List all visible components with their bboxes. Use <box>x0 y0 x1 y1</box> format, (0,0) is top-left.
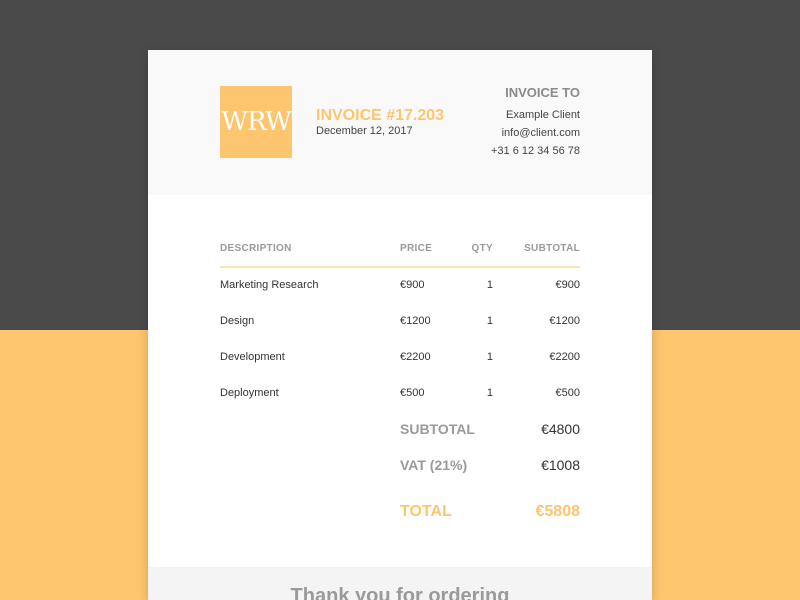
invoice-date: December 12, 2017 <box>316 125 413 137</box>
vat-value: €1008 <box>541 457 580 473</box>
row-description: Design <box>220 315 255 327</box>
header-subtotal: SUBTOTAL <box>524 243 580 254</box>
row-price: €500 <box>400 387 425 399</box>
invoice-footer: Thank you for ordering <box>148 567 652 600</box>
row-subtotal: €1200 <box>549 315 580 327</box>
invoice-number: INVOICE #17.203 <box>316 107 445 124</box>
row-subtotal: €900 <box>555 279 580 291</box>
table-row: Deployment €500 1 €500 <box>220 387 580 407</box>
table-row: Design €1200 1 €1200 <box>220 315 580 335</box>
company-logo: WRW <box>220 86 292 158</box>
row-qty: 1 <box>486 387 493 399</box>
header-qty: QTY <box>471 243 493 254</box>
subtotal-label: SUBTOTAL <box>400 421 475 437</box>
subtotal-value: €4800 <box>541 421 580 437</box>
header-price: PRICE <box>400 243 433 254</box>
total-label: TOTAL <box>400 503 452 520</box>
vat-label: VAT (21%) <box>400 457 468 473</box>
row-qty: 1 <box>486 351 493 363</box>
invoice-header: WRW INVOICE #17.203 December 12, 2017 IN… <box>148 50 652 195</box>
thank-you-message: Thank you for ordering <box>290 585 510 600</box>
row-price: €2200 <box>400 351 431 363</box>
total-value: €5808 <box>535 503 581 520</box>
row-subtotal: €2200 <box>549 351 580 363</box>
client-name: Example Client <box>506 109 580 121</box>
invoice-card: WRW INVOICE #17.203 December 12, 2017 IN… <box>148 50 652 600</box>
row-description: Deployment <box>220 387 279 399</box>
row-description: Development <box>220 351 285 363</box>
table-row: Marketing Research €900 1 €900 <box>220 279 580 299</box>
invoice-to-title: INVOICE TO <box>505 85 580 100</box>
row-subtotal: €500 <box>555 387 580 399</box>
row-description: Marketing Research <box>220 279 319 291</box>
client-phone: +31 6 12 34 56 78 <box>491 145 580 157</box>
header-description: DESCRIPTION <box>220 243 292 254</box>
row-price: €1200 <box>400 315 431 327</box>
header-divider <box>220 266 580 268</box>
row-qty: 1 <box>486 279 493 291</box>
client-email: info@client.com <box>501 127 580 139</box>
row-qty: 1 <box>486 315 493 327</box>
table-row: Development €2200 1 €2200 <box>220 351 580 371</box>
row-price: €900 <box>400 279 425 291</box>
